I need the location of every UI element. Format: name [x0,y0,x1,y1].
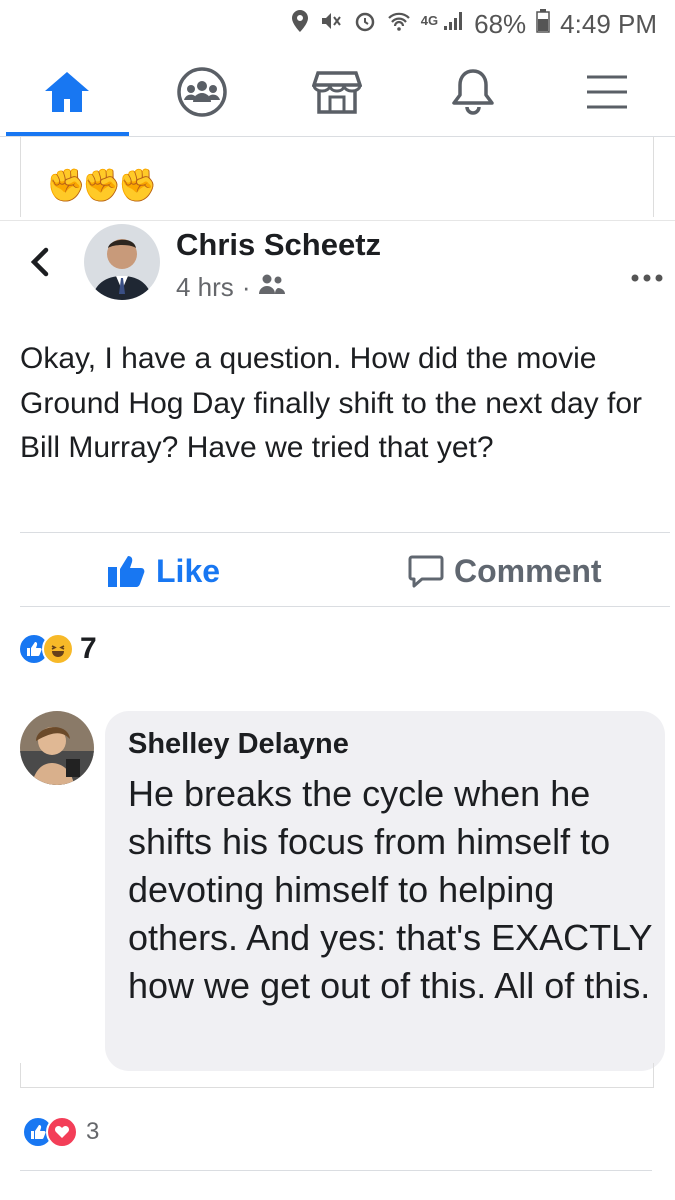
comment-icon [408,555,444,588]
post-reactions[interactable]: 7 [18,632,97,666]
alarm-icon [353,9,377,39]
haha-reaction-icon [42,633,74,665]
meta-separator: · [241,272,251,302]
friends-audience-icon [258,272,286,303]
post-author[interactable]: Chris Scheetz [176,227,381,263]
chevron-left-icon [30,247,49,277]
divider [20,606,670,607]
comment-label: Comment [454,552,602,589]
groups-icon [177,67,227,117]
top-navigation [0,50,675,137]
comment-button[interactable]: Comment [408,548,602,594]
more-options-button[interactable] [630,258,664,290]
signal-icon [442,10,464,38]
wifi-icon [387,10,411,38]
notifications-tab[interactable] [443,62,503,122]
reaction-count: 7 [80,632,97,665]
love-reaction-icon [46,1116,78,1148]
shared-post-frame-bottom [20,1063,654,1088]
menu-tab[interactable] [577,62,637,122]
battery-icon [536,9,550,39]
commenter-avatar[interactable] [20,711,94,785]
mute-icon [319,9,343,39]
shared-post-reactions[interactable]: 3 [22,1116,99,1148]
divider [20,532,670,533]
notifications-icon [452,69,494,115]
marketplace-icon [312,71,362,114]
clock: 4:49 PM [560,8,657,39]
marketplace-tab[interactable] [307,62,367,122]
location-icon [291,9,309,39]
menu-icon [587,75,627,109]
post-time[interactable]: 4 hrs [176,272,234,303]
thumbs-up-icon [108,556,145,587]
back-button[interactable] [26,242,56,282]
author-avatar[interactable] [84,224,160,300]
shared-reaction-count: 3 [86,1118,100,1145]
active-tab-indicator [6,132,129,136]
more-icon [631,274,663,282]
post-meta: 4 hrs · [176,272,286,303]
battery-percent: 68% [474,8,527,39]
home-tab[interactable] [37,62,97,122]
like-label: Like [156,552,221,589]
home-icon [45,72,89,112]
like-button[interactable]: Like [106,548,220,594]
comment-text: He breaks the cycle when he shifts his f… [128,773,652,1006]
network-type: 4G [420,12,439,28]
status-bar: 4G 68% 4:49 PM [0,0,675,48]
groups-tab[interactable] [172,62,232,122]
emoji-header: ✊✊✊ [46,167,158,203]
post-text: Okay, I have a question. How did the mov… [20,342,642,464]
divider [20,1170,652,1171]
comment-author[interactable]: Shelley Delayne [128,728,349,761]
